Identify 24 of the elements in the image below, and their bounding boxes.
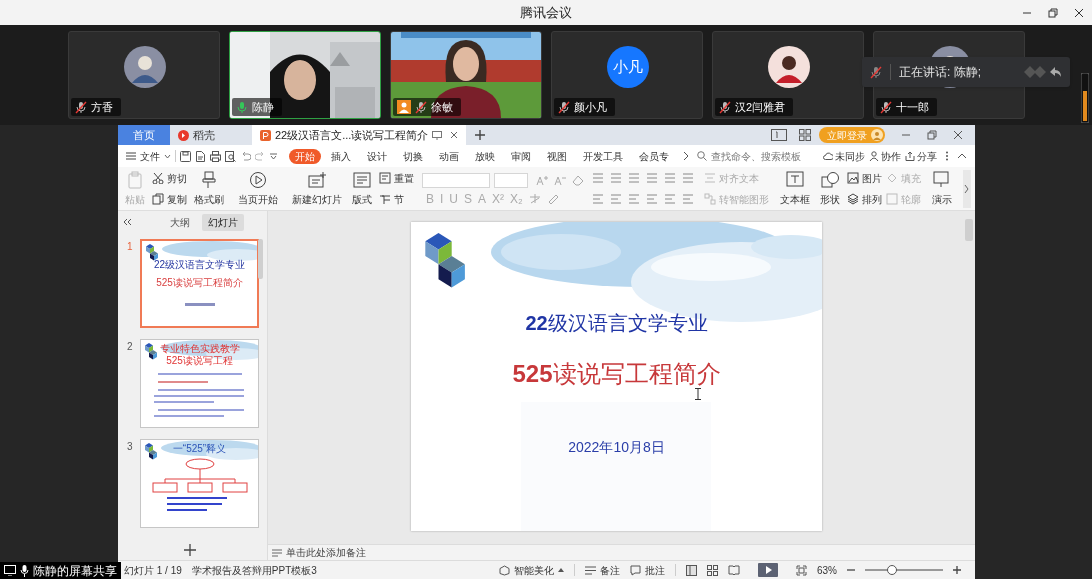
slide-date: 2022年10月8日: [568, 438, 665, 457]
window-title: 腾讯会议: [520, 3, 572, 22]
participant-name: 徐敏: [431, 99, 453, 115]
slide-title: 22级汉语言文学专业: [525, 311, 708, 336]
slide-number: 2: [127, 340, 134, 354]
tab-label: 22级汉语言文...读说写工程简介: [275, 127, 429, 143]
speaker-text: 正在讲话: 陈静;: [899, 64, 982, 81]
participant-name: 颜小凡: [574, 99, 607, 115]
participant-name: 十一郎: [896, 99, 929, 115]
slide-count: 幻灯片 1 / 19: [124, 563, 182, 578]
thumbnail-title: 22级汉语言文学专业: [153, 259, 246, 271]
thumbnail-title: 525读说写工程: [166, 355, 233, 367]
participant-name: 汉2闫雅君: [735, 99, 786, 115]
participant-name: 方香: [91, 99, 113, 115]
slide-number: 3: [127, 440, 134, 454]
share-label-text: 陈静的屏幕共享: [33, 562, 117, 579]
tab-label: 稻壳: [193, 127, 215, 143]
slide-number: 1: [127, 240, 134, 254]
thumbnail-title: 525读说写工程简介: [156, 277, 243, 289]
slide-subtitle: 525读说写工程简介: [512, 359, 721, 389]
thumbnail-title: 专业特色实践教学: [159, 343, 240, 355]
thumbnail-title: 一“525”释义: [172, 443, 227, 455]
template-name: 学术报告及答辩用PPT模板3: [191, 563, 317, 578]
avatar-initials: 小凡: [607, 46, 649, 88]
